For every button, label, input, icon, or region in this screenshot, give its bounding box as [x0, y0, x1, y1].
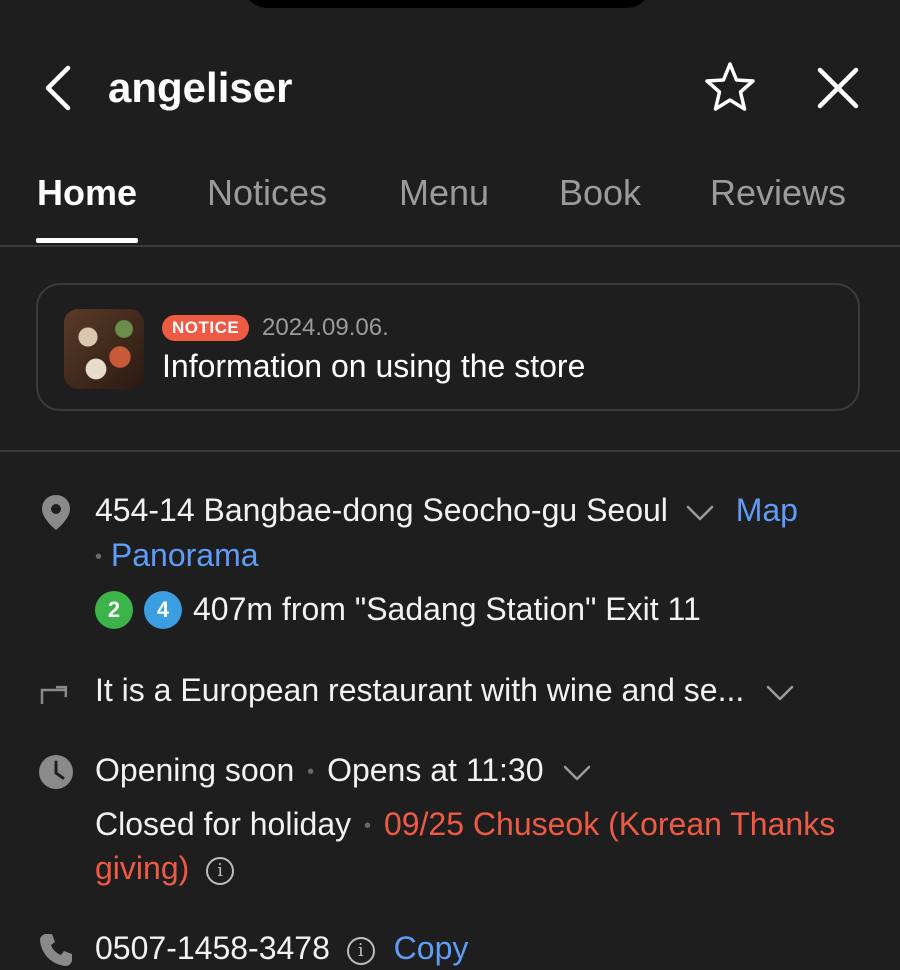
location-pin-icon	[42, 495, 70, 530]
opening-status: Opening soon	[95, 752, 295, 788]
hours-row[interactable]: Opening soon • Opens at 11:30	[95, 752, 594, 789]
close-icon	[817, 67, 859, 109]
info-icon[interactable]: i	[346, 936, 375, 965]
notice-card[interactable]: NOTICE 2024.09.06. Information on using …	[36, 283, 860, 411]
subway-distance: 407m from "Sadang Station" Exit 11	[193, 591, 701, 627]
description-text: It is a European restaurant with wine an…	[95, 672, 745, 708]
tab-home[interactable]: Home	[37, 172, 137, 214]
chevron-down-icon[interactable]	[683, 501, 717, 525]
tab-reviews[interactable]: Reviews	[710, 172, 846, 214]
tab-bar: Home Notices Menu Book Reviews	[0, 150, 900, 247]
notice-thumbnail	[64, 309, 144, 389]
directions-icon	[40, 685, 68, 704]
notice-badge: NOTICE	[162, 315, 250, 341]
address-text: 454-14 Bangbae-dong Seocho-gu Seoul	[95, 492, 668, 528]
favorite-button[interactable]	[700, 58, 760, 118]
tab-book[interactable]: Book	[559, 172, 641, 214]
description-row[interactable]: It is a European restaurant with wine an…	[95, 672, 797, 709]
map-link[interactable]: Map	[736, 492, 798, 528]
panorama-row: • Panorama	[95, 537, 259, 574]
opens-time: Opens at 11:30	[327, 752, 544, 788]
closed-label: Closed for holiday	[95, 806, 352, 842]
holiday-text-cont: giving)	[95, 850, 190, 886]
copy-link[interactable]: Copy	[394, 930, 469, 966]
device-notch	[242, 0, 652, 8]
clock-icon	[39, 755, 73, 789]
notice-title: Information on using the store	[162, 348, 586, 384]
separator-dot: •	[307, 761, 315, 784]
subway-line-2-badge: 2	[95, 591, 133, 629]
tab-menu[interactable]: Menu	[399, 172, 489, 214]
separator-dot: •	[364, 815, 372, 838]
phone-icon	[40, 934, 72, 966]
page-title: angeliser	[108, 64, 293, 111]
back-button[interactable]	[36, 60, 86, 116]
panorama-link[interactable]: Panorama	[111, 537, 259, 573]
chevron-down-icon[interactable]	[560, 761, 594, 785]
chevron-down-icon[interactable]	[763, 681, 797, 705]
separator-dot: •	[95, 546, 103, 569]
header: angeliser	[0, 50, 900, 126]
address-row: 454-14 Bangbae-dong Seocho-gu Seoul Map	[95, 492, 798, 529]
phone-row: 0507-1458-3478 i Copy	[95, 930, 468, 967]
close-button[interactable]	[808, 58, 868, 118]
holiday-row: Closed for holiday • 09/25 Chuseok (Kore…	[95, 806, 835, 843]
holiday-text: 09/25 Chuseok (Korean Thanks	[383, 806, 836, 842]
section-divider	[0, 450, 900, 452]
info-icon[interactable]: i	[206, 856, 235, 885]
tab-notices[interactable]: Notices	[207, 172, 327, 214]
holiday-row-cont: giving) i	[95, 850, 235, 887]
star-icon	[705, 62, 755, 111]
notice-date: 2024.09.06.	[262, 314, 389, 341]
phone-number[interactable]: 0507-1458-3478	[95, 930, 330, 966]
subway-line-4-badge: 4	[144, 591, 182, 629]
chevron-left-icon	[45, 65, 71, 111]
active-tab-indicator	[36, 238, 138, 243]
